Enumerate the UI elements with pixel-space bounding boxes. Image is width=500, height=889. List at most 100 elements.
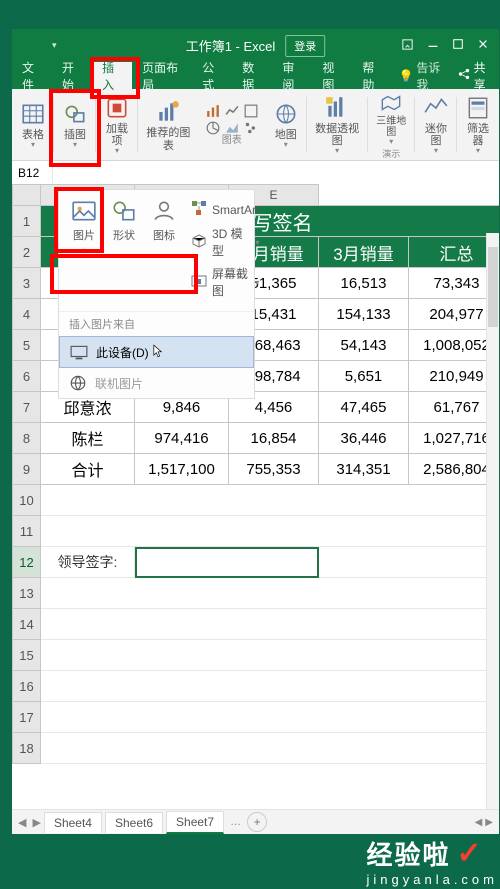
row-header-6[interactable]: 6 (13, 361, 41, 392)
ribbon: 表格▾ 插图▾ 加载项▾ 推荐的图表 图表 地图 (12, 89, 499, 161)
ribbon-3d-map[interactable]: 三维地图▾ 演示 (368, 89, 415, 160)
tab-data[interactable]: 数据 (232, 62, 272, 89)
ribbon-charts-grid[interactable]: 图表 (199, 89, 265, 160)
3d-models-button[interactable]: 3D 模型 ▾ (191, 225, 259, 259)
row-header-4[interactable]: 4 (13, 299, 41, 330)
row-header-11[interactable]: 11 (13, 516, 41, 547)
sheet-next-icon[interactable]: ▶ (32, 816, 40, 829)
ribbon-addins[interactable]: 加载项▾ (96, 89, 138, 160)
recommended-charts-icon (153, 97, 183, 127)
sheet-tab-6[interactable]: Sheet6 (105, 812, 163, 833)
status-bar: ◀ ▶ Sheet4 Sheet6 Sheet7 … + ◀ ▶ (12, 809, 499, 834)
sheet-tab-4[interactable]: Sheet4 (44, 812, 102, 833)
addins-icon (102, 93, 132, 123)
row-header-17[interactable]: 17 (13, 702, 41, 733)
qat-more-icon[interactable]: ▾ (52, 40, 57, 51)
ribbon-pivot-chart[interactable]: 数据透视图▾ (307, 89, 368, 160)
total-row: 9 合计 1,517,100 755,353 314,351 2,586,804 (13, 454, 500, 485)
ribbon-options-icon[interactable] (401, 38, 414, 54)
online-pictures-menu-item[interactable]: 联机图片 (59, 368, 254, 398)
row-header-14[interactable]: 14 (13, 609, 41, 640)
row-header-9[interactable]: 9 (13, 454, 41, 485)
signature-label-cell[interactable]: 领导签字: (41, 547, 135, 578)
ribbon-sparklines[interactable]: 迷你图▾ (415, 89, 457, 160)
screenshot-icon (191, 273, 207, 292)
row-header-15[interactable]: 15 (13, 640, 41, 671)
maps-icon (271, 99, 301, 129)
tab-view[interactable]: 视图 (312, 62, 352, 89)
tab-review[interactable]: 审阅 (272, 62, 312, 89)
watermark: 经验啦 ✓ jingyanla.com (367, 835, 499, 887)
row-header-12[interactable]: 12 (13, 547, 41, 578)
icons-button[interactable]: 图标 (151, 198, 177, 299)
3d-models-icon (191, 233, 207, 252)
row-header-3[interactable]: 3 (13, 268, 41, 299)
ribbon-tables[interactable]: 表格▾ (12, 89, 54, 160)
tell-me-button[interactable]: 💡 告诉我 (392, 62, 449, 89)
3d-map-icon (376, 89, 406, 116)
scroll-right-icon[interactable]: ▶ (485, 817, 493, 828)
data-row: 8 陈栏 974,416 16,854 36,446 1,027,716 (13, 423, 500, 454)
header-mar[interactable]: 3月销量 (319, 237, 409, 268)
icons-icon (151, 198, 177, 224)
shapes-icon (60, 99, 90, 129)
smartart-icon (191, 200, 207, 219)
login-button[interactable]: 登录 (285, 35, 325, 57)
quick-access-toolbar: ▾ (12, 39, 57, 53)
signature-input-cell[interactable] (135, 547, 319, 578)
more-sheets-icon[interactable]: … (230, 816, 241, 828)
this-device-menu-item[interactable]: 此设备(D) (59, 336, 254, 368)
workbook-title: 工作簿1 - Excel (186, 36, 276, 55)
ribbon-illustrations[interactable]: 插图▾ (54, 89, 96, 160)
row-header-1[interactable]: 1 (13, 206, 41, 237)
tables-icon (18, 99, 48, 129)
row-header-5[interactable]: 5 (13, 330, 41, 361)
scroll-left-icon[interactable]: ◀ (475, 817, 483, 828)
pivot-chart-icon (322, 93, 352, 123)
maximize-icon[interactable] (452, 38, 464, 53)
tab-home[interactable]: 开始 (52, 62, 92, 89)
row-header-13[interactable]: 13 (13, 578, 41, 609)
row-header-7[interactable]: 7 (13, 392, 41, 423)
name-box[interactable]: B12 (12, 161, 53, 185)
picture-button[interactable]: 图片 ▾ (71, 198, 97, 299)
shapes-dropdown-icon (111, 198, 137, 224)
shapes-button[interactable]: 形状 (111, 198, 137, 299)
row-header-16[interactable]: 16 (13, 671, 41, 702)
sheet-tab-7[interactable]: Sheet7 (166, 811, 224, 834)
new-sheet-button[interactable]: + (247, 812, 267, 832)
online-pictures-icon (69, 374, 87, 392)
row-header-8[interactable]: 8 (13, 423, 41, 454)
picture-dropdown-panel: 图片 ▾ 形状 图标 SmartArt 3D 模型 ▾ (58, 189, 255, 399)
slicer-icon (463, 93, 493, 123)
row-header-10[interactable]: 10 (13, 485, 41, 516)
scrollbar-thumb[interactable] (488, 247, 498, 327)
ribbon-maps[interactable]: 地图▾ (265, 89, 307, 160)
ribbon-slicer[interactable]: 筛选器▾ (457, 89, 499, 160)
insert-picture-from-label: 插入图片来自 (59, 311, 254, 336)
sheet-prev-icon[interactable]: ◀ (18, 816, 26, 829)
tab-page-layout[interactable]: 页面布局 (132, 62, 192, 89)
close-icon[interactable] (477, 38, 489, 53)
sheet-nav[interactable]: ◀ ▶ (18, 816, 41, 829)
tab-insert[interactable]: 插入 (92, 62, 132, 89)
ribbon-tabs: 文件 开始 插入 页面布局 公式 数据 审阅 视图 帮助 💡 告诉我 共享 (12, 62, 499, 89)
select-all-corner[interactable] (13, 185, 41, 206)
vertical-scrollbar[interactable] (486, 233, 499, 810)
smartart-button[interactable]: SmartArt (191, 200, 259, 219)
share-icon (458, 68, 470, 83)
share-button[interactable]: 共享 (450, 62, 499, 89)
cursor-icon (153, 344, 163, 361)
checkmark-icon: ✓ (457, 836, 484, 871)
sparklines-icon (421, 93, 451, 123)
tab-file[interactable]: 文件 (12, 62, 52, 89)
screenshot-button[interactable]: 屏幕截图 ▾ (191, 265, 259, 299)
row-header-2[interactable]: 2 (13, 237, 41, 268)
tab-help[interactable]: 帮助 (352, 62, 392, 89)
row-header-18[interactable]: 18 (13, 733, 41, 764)
tab-formulas[interactable]: 公式 (192, 62, 232, 89)
lightbulb-icon: 💡 (398, 69, 413, 83)
formula-bar-row: B12 (12, 161, 499, 186)
ribbon-recommended-charts[interactable]: 推荐的图表 (138, 89, 199, 160)
minimize-icon[interactable] (427, 38, 439, 53)
